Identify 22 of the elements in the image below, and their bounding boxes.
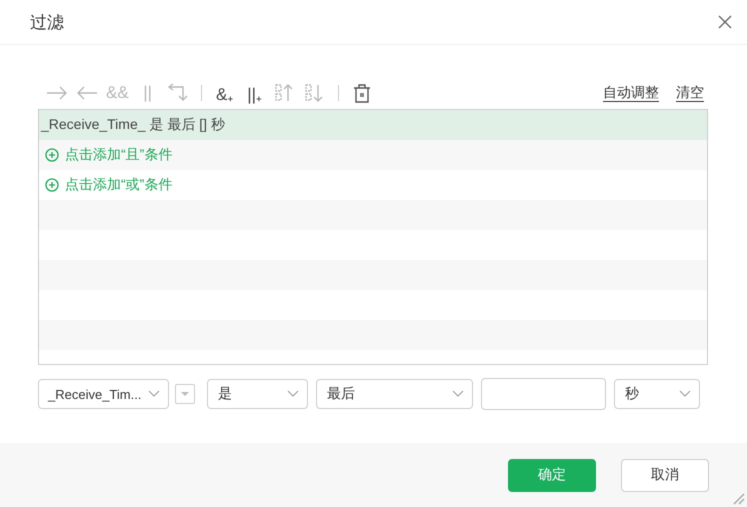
toolbar-button[interactable]: &₊ [214,82,236,104]
dialog-title: 过滤 [30,12,64,34]
field-select[interactable]: _Receive_Tim... [38,379,169,409]
close-icon[interactable] [718,15,732,29]
condition-text[interactable]: _Receive_Time_ 是 最后 [] 秒 [41,116,225,134]
chevron-icon [287,390,299,398]
caret-icon [180,391,190,397]
text-link[interactable]: 清空 [676,84,704,102]
plus-circle-icon [45,178,59,192]
chevron-icon [148,390,160,398]
chevron-icon [452,390,464,398]
value-input[interactable] [481,378,606,410]
unit-select[interactable]: 秒 [614,379,700,409]
text-link[interactable]: 自动调整 [603,84,659,102]
toolbar-button[interactable]: ||₊ [244,82,266,104]
dropdown-button[interactable] [175,384,195,404]
chevron-icon [679,390,691,398]
cancel-button[interactable]: 取消 [621,458,709,492]
mode-select[interactable]: 最后 [316,379,473,409]
operator-select[interactable]: 是 [207,379,308,409]
plus-circle-icon [45,148,59,162]
resize-grip-icon[interactable] [731,491,745,505]
